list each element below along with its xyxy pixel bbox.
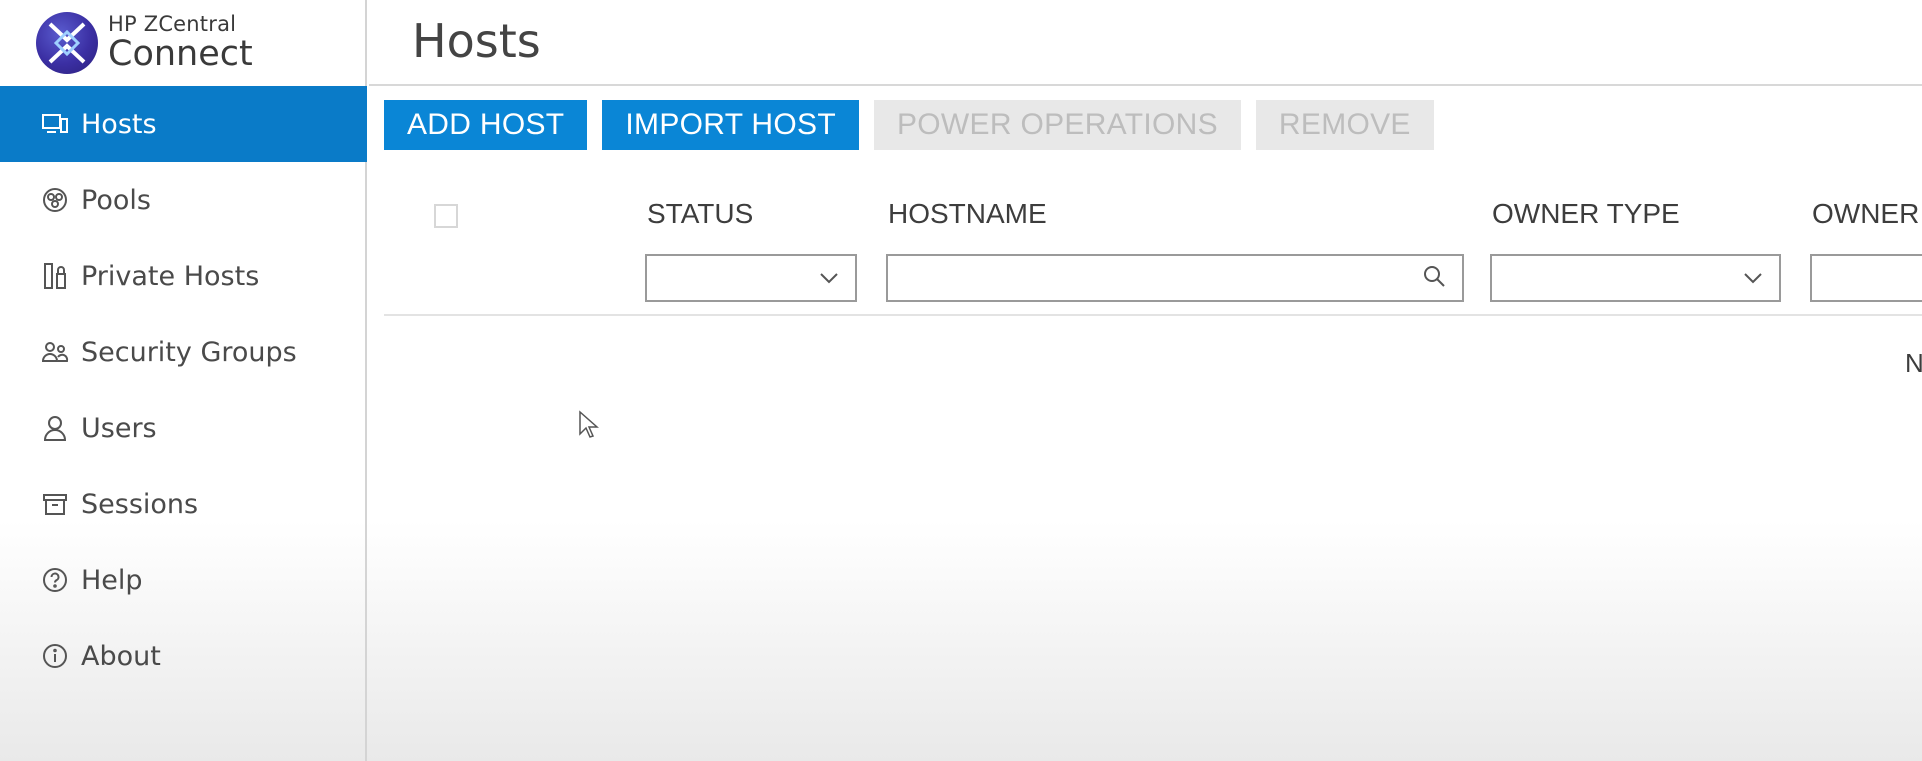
brand-title: Connect (108, 34, 253, 74)
monitor-icon (41, 110, 69, 138)
hostname-search-field[interactable] (886, 254, 1464, 302)
sidebar-item-label: Hosts (81, 108, 157, 140)
search-icon (1422, 264, 1446, 292)
sidebar-item-sessions[interactable]: Sessions (0, 466, 367, 542)
sidebar-item-label: Private Hosts (81, 260, 260, 292)
column-header-owner-name[interactable]: OWNER N (1812, 198, 1922, 230)
sidebar-item-label: About (81, 640, 161, 672)
private-hosts-icon (41, 262, 69, 290)
owner-type-filter-dropdown[interactable] (1490, 254, 1781, 302)
sidebar-nav: Hosts Pools Private Hosts Security Group… (0, 86, 367, 694)
brand-text: HP ZCentral Connect (108, 14, 253, 72)
sidebar-item-label: Sessions (81, 488, 199, 520)
remove-button[interactable]: REMOVE (1255, 100, 1434, 150)
empty-table-message: N (1905, 348, 1922, 378)
pools-icon (41, 186, 69, 214)
hostname-search-input[interactable] (888, 256, 1422, 300)
sidebar-item-hosts[interactable]: Hosts (0, 86, 367, 162)
import-host-button[interactable]: IMPORT HOST (602, 100, 859, 150)
add-host-button[interactable]: ADD HOST (384, 100, 588, 150)
chevron-down-icon (819, 269, 839, 288)
status-filter-dropdown[interactable] (645, 254, 857, 302)
sidebar-item-label: Help (81, 564, 143, 596)
sidebar-item-security-groups[interactable]: Security Groups (0, 314, 367, 390)
toolbar: ADD HOST IMPORT HOST POWER OPERATIONS RE… (384, 100, 1434, 150)
sidebar-item-label: Security Groups (81, 336, 297, 368)
sidebar-item-help[interactable]: Help (0, 542, 367, 618)
select-all-checkbox[interactable] (434, 204, 458, 228)
brand-subtitle: HP ZCentral (108, 12, 237, 36)
sidebar-item-label: Users (81, 412, 157, 444)
sidebar-item-users[interactable]: Users (0, 390, 367, 466)
main-content: Hosts ADD HOST IMPORT HOST POWER OPERATI… (369, 0, 1922, 761)
chevron-down-icon (1743, 269, 1763, 288)
help-circle-icon (41, 566, 69, 594)
sidebar-item-private-hosts[interactable]: Private Hosts (0, 238, 367, 314)
sidebar-item-label: Pools (81, 184, 151, 216)
people-icon (41, 338, 69, 366)
app-window: HP ZCentral Connect Hosts Pools Private … (0, 0, 1922, 761)
mouse-cursor-icon (578, 410, 600, 444)
hp-zcentral-logo-icon (36, 12, 98, 74)
column-header-owner-type[interactable]: OWNER TYPE (1492, 198, 1680, 230)
user-icon (41, 414, 69, 442)
table-header: STATUS HOSTNAME OWNER TYPE OWNER N (384, 180, 1922, 316)
column-header-hostname[interactable]: HOSTNAME (888, 198, 1047, 230)
sidebar-item-pools[interactable]: Pools (0, 162, 367, 238)
power-operations-button[interactable]: POWER OPERATIONS (873, 100, 1241, 150)
sidebar-item-about[interactable]: About (0, 618, 367, 694)
title-divider (369, 84, 1922, 86)
sidebar: HP ZCentral Connect Hosts Pools Private … (0, 0, 367, 761)
brand[interactable]: HP ZCentral Connect (36, 10, 253, 76)
column-header-status[interactable]: STATUS (647, 198, 753, 230)
owner-name-filter-field[interactable] (1810, 254, 1922, 302)
archive-box-icon (41, 490, 69, 518)
page-title: Hosts (412, 14, 541, 68)
info-circle-icon (41, 642, 69, 670)
